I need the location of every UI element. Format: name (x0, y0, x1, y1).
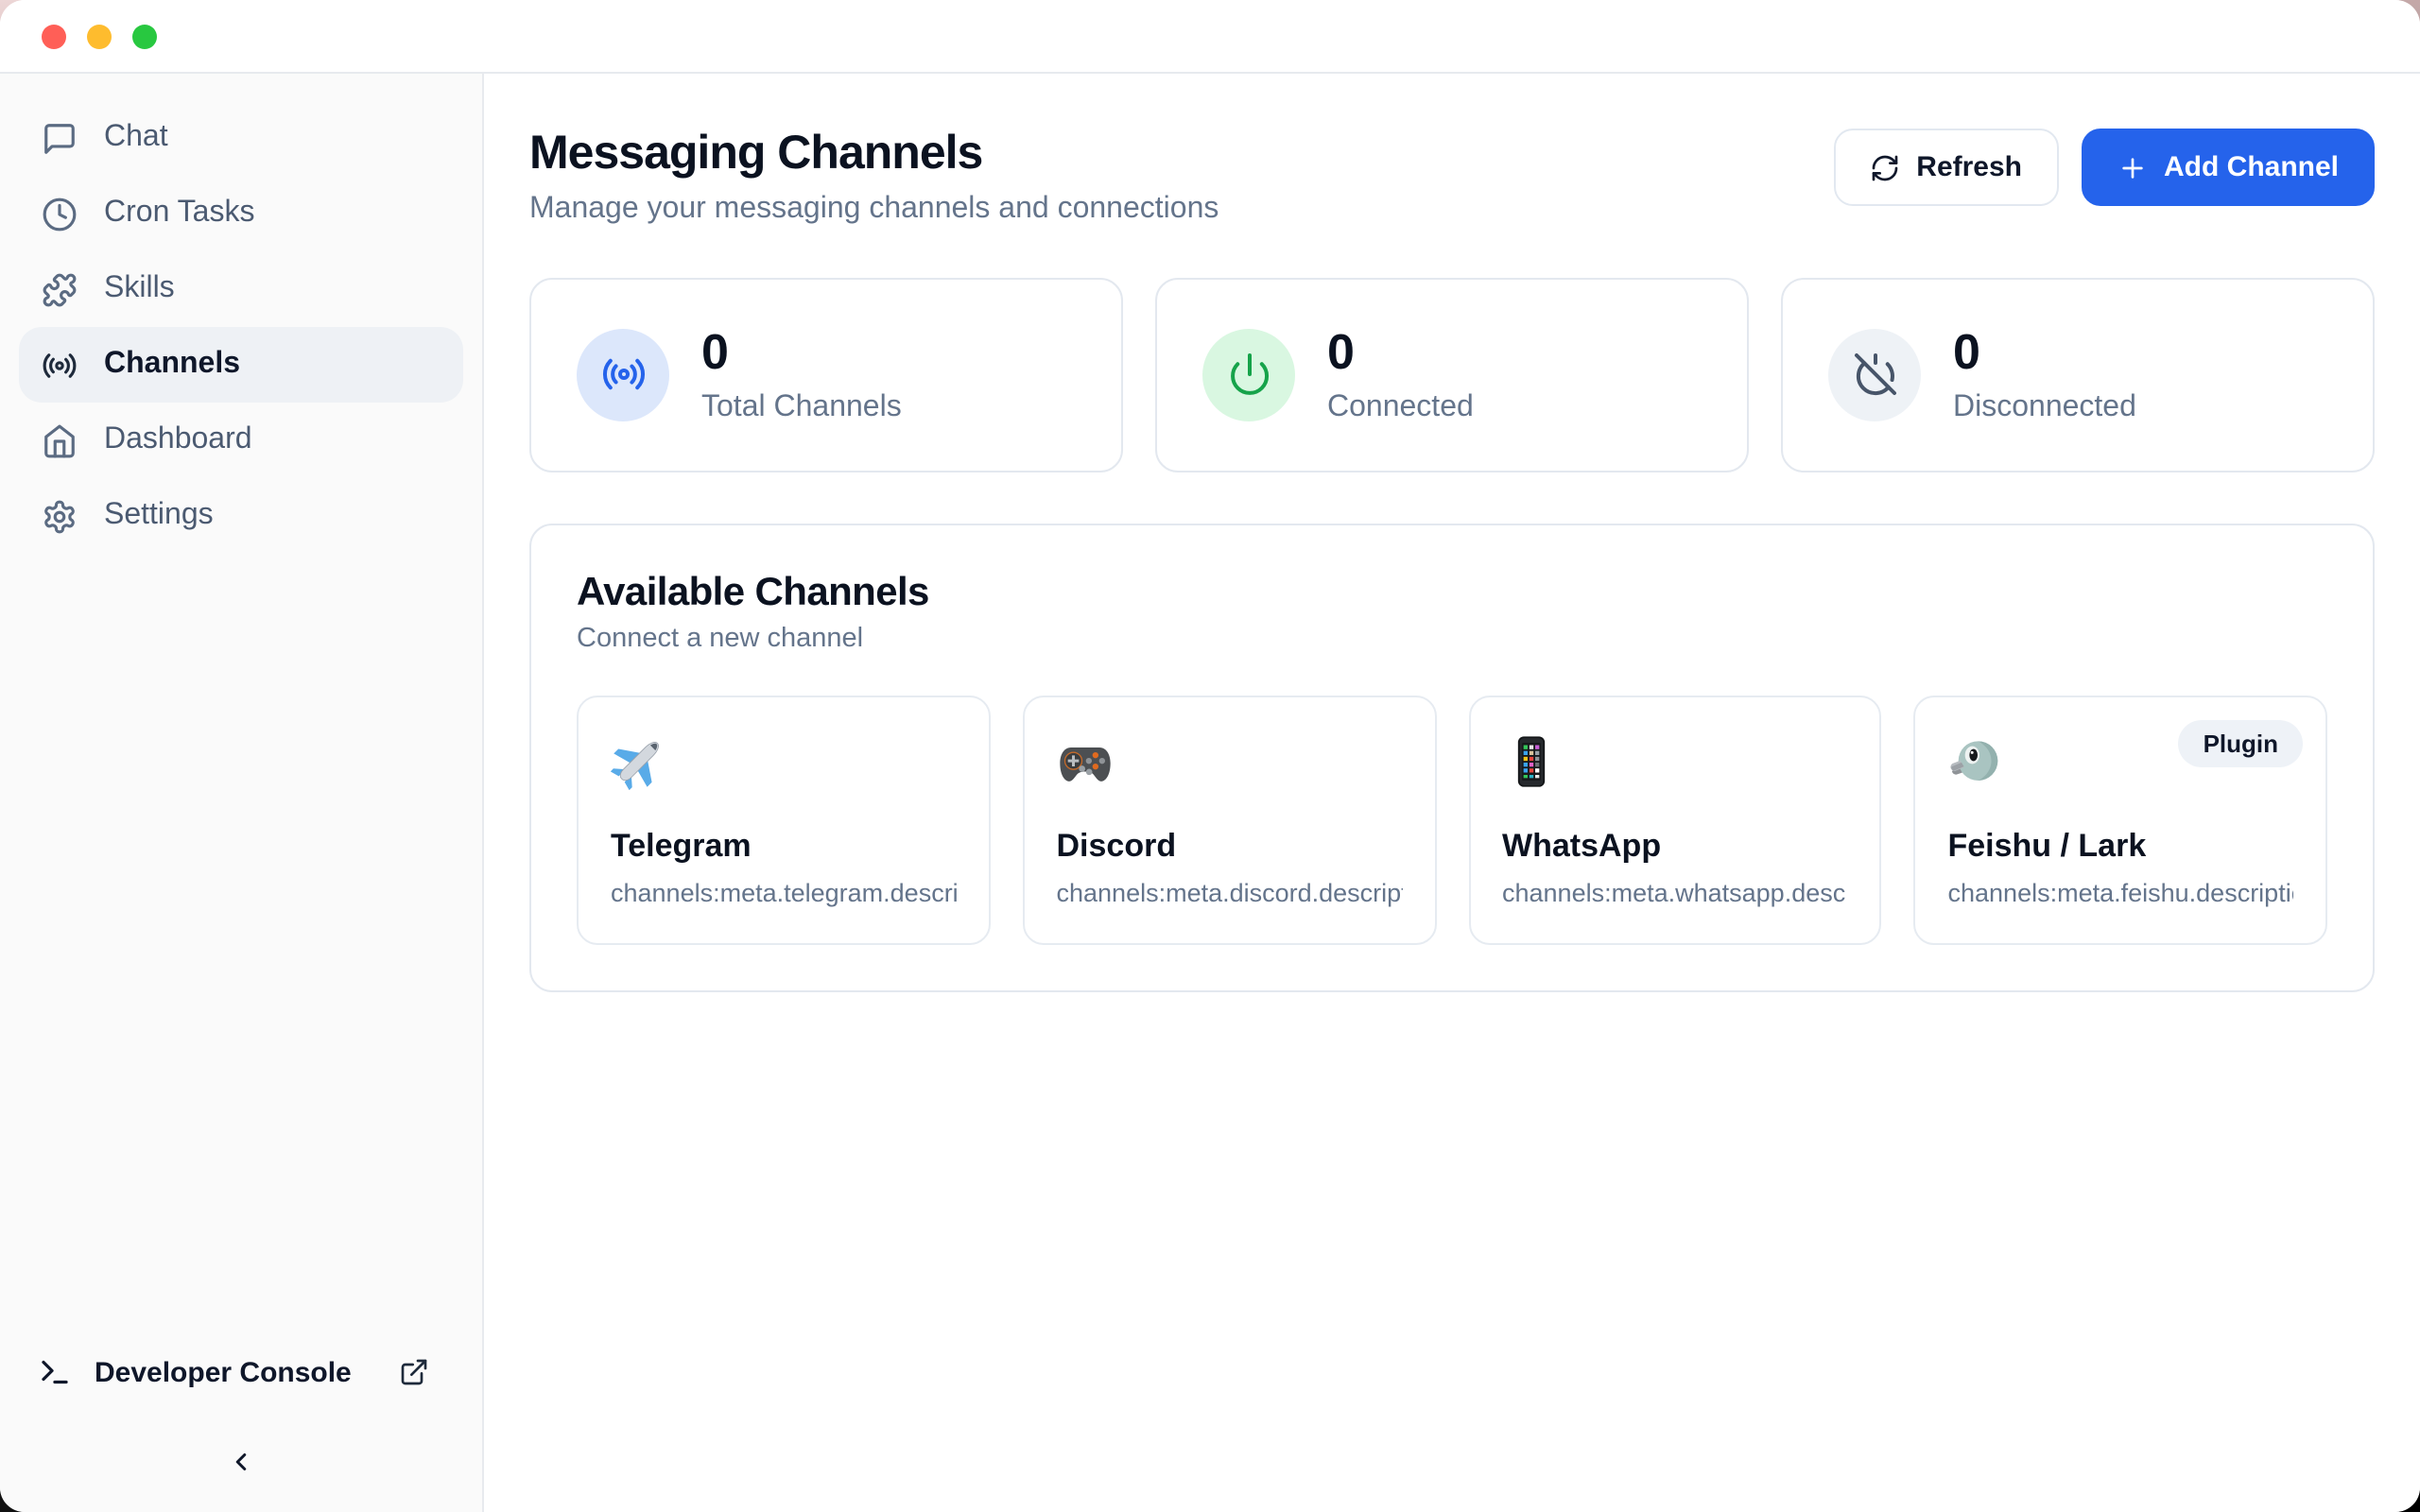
puzzle-icon (42, 271, 78, 307)
channel-name: Feishu / Lark (1948, 827, 2294, 865)
stat-value: 0 (701, 325, 902, 379)
developer-console-label: Developer Console (95, 1356, 352, 1388)
broadcast-icon (42, 347, 78, 383)
sidebar-item-label: Dashboard (104, 423, 252, 457)
chevron-left-icon (227, 1448, 255, 1476)
channel-name: Discord (1057, 827, 1403, 865)
refresh-button[interactable]: Refresh (1833, 129, 2058, 206)
terminal-icon (38, 1355, 72, 1389)
stat-card-connected: 0 Connected (1155, 278, 1749, 472)
title-bar (0, 0, 2420, 74)
sidebar-footer: Developer Console (0, 1334, 482, 1512)
game-controller-emoji (1057, 732, 1114, 789)
panel-subtitle: Connect a new channel (577, 623, 2327, 653)
sidebar-item-channels[interactable]: Channels (19, 327, 463, 403)
channel-name: Telegram (611, 827, 957, 865)
sidebar-item-label: Skills (104, 272, 175, 306)
stat-icon-circle (577, 329, 669, 421)
chat-bubble-icon (42, 120, 78, 156)
stat-card-total-channels: 0 Total Channels (529, 278, 1123, 472)
refresh-button-label: Refresh (1916, 151, 2022, 183)
channel-name: WhatsApp (1502, 827, 1848, 865)
sidebar-item-label: Cron Tasks (104, 197, 254, 231)
page-title: Messaging Channels (529, 125, 1219, 181)
channel-card-whatsapp[interactable]: WhatsApp channels:meta.whatsapp.descrip (1468, 695, 1882, 944)
channel-description: channels:meta.whatsapp.descrip (1502, 878, 1848, 906)
refresh-icon (1869, 152, 1899, 182)
main-content: Messaging Channels Manage your messaging… (484, 74, 2420, 1512)
channel-card-feishu[interactable]: Plugin Feishu / Lark (1914, 695, 2328, 944)
external-link-icon (399, 1357, 429, 1387)
zoom-window-button[interactable] (132, 24, 157, 48)
sidebar-item-skills[interactable]: Skills (19, 251, 463, 327)
stat-value: 0 (1953, 325, 2136, 379)
airplane-emoji (611, 732, 667, 789)
clock-icon (42, 196, 78, 232)
panel-title: Available Channels (577, 570, 2327, 615)
channel-card-discord[interactable]: Discord channels:meta.discord.descriptio (1023, 695, 1437, 944)
minimize-window-button[interactable] (87, 24, 112, 48)
stat-label: Disconnected (1953, 390, 2136, 424)
bird-emoji (1948, 732, 2005, 789)
stat-icon-circle (1202, 329, 1295, 421)
channel-description: channels:meta.telegram.descript (611, 878, 957, 906)
sidebar-item-label: Settings (104, 499, 214, 533)
plugin-badge: Plugin (2179, 719, 2303, 766)
stat-label: Total Channels (701, 390, 902, 424)
stat-icon-circle (1828, 329, 1921, 421)
add-channel-button-label: Add Channel (2164, 151, 2339, 183)
channel-grid: Telegram channels:meta.telegram.descript (577, 695, 2327, 944)
channel-description: channels:meta.feishu.description (1948, 878, 2294, 906)
stat-value: 0 (1327, 325, 1474, 379)
sidebar-nav: Chat Cron Tasks Skills Channels (0, 74, 482, 1334)
page-subtitle: Manage your messaging channels and conne… (529, 193, 1219, 227)
sidebar-item-cron-tasks[interactable]: Cron Tasks (19, 176, 463, 251)
sidebar-collapse-button[interactable] (208, 1436, 274, 1493)
close-window-button[interactable] (42, 24, 66, 48)
traffic-lights (42, 24, 157, 48)
channel-card-telegram[interactable]: Telegram channels:meta.telegram.descript (577, 695, 991, 944)
sidebar: Chat Cron Tasks Skills Channels (0, 74, 484, 1512)
sidebar-item-label: Channels (104, 348, 240, 382)
power-icon (1226, 352, 1271, 398)
sidebar-item-chat[interactable]: Chat (19, 100, 463, 176)
stats-row: 0 Total Channels 0 Connected (529, 278, 2375, 472)
plus-icon (2117, 152, 2147, 182)
available-channels-panel: Available Channels Connect a new channel (529, 523, 2375, 991)
sidebar-item-label: Chat (104, 121, 168, 155)
mobile-phone-emoji (1502, 732, 1559, 789)
add-channel-button[interactable]: Add Channel (2081, 129, 2375, 206)
stat-card-disconnected: 0 Disconnected (1781, 278, 2375, 472)
sidebar-item-settings[interactable]: Settings (19, 478, 463, 554)
home-icon (42, 422, 78, 458)
broadcast-icon (600, 352, 646, 398)
stat-label: Connected (1327, 390, 1474, 424)
channel-description: channels:meta.discord.descriptio (1057, 878, 1403, 906)
gear-icon (42, 498, 78, 534)
app-window: Chat Cron Tasks Skills Channels (0, 0, 2420, 1512)
developer-console-link[interactable]: Developer Console (0, 1334, 482, 1410)
sidebar-item-dashboard[interactable]: Dashboard (19, 403, 463, 478)
page-header: Messaging Channels Manage your messaging… (529, 125, 2375, 227)
power-off-icon (1852, 352, 1897, 398)
